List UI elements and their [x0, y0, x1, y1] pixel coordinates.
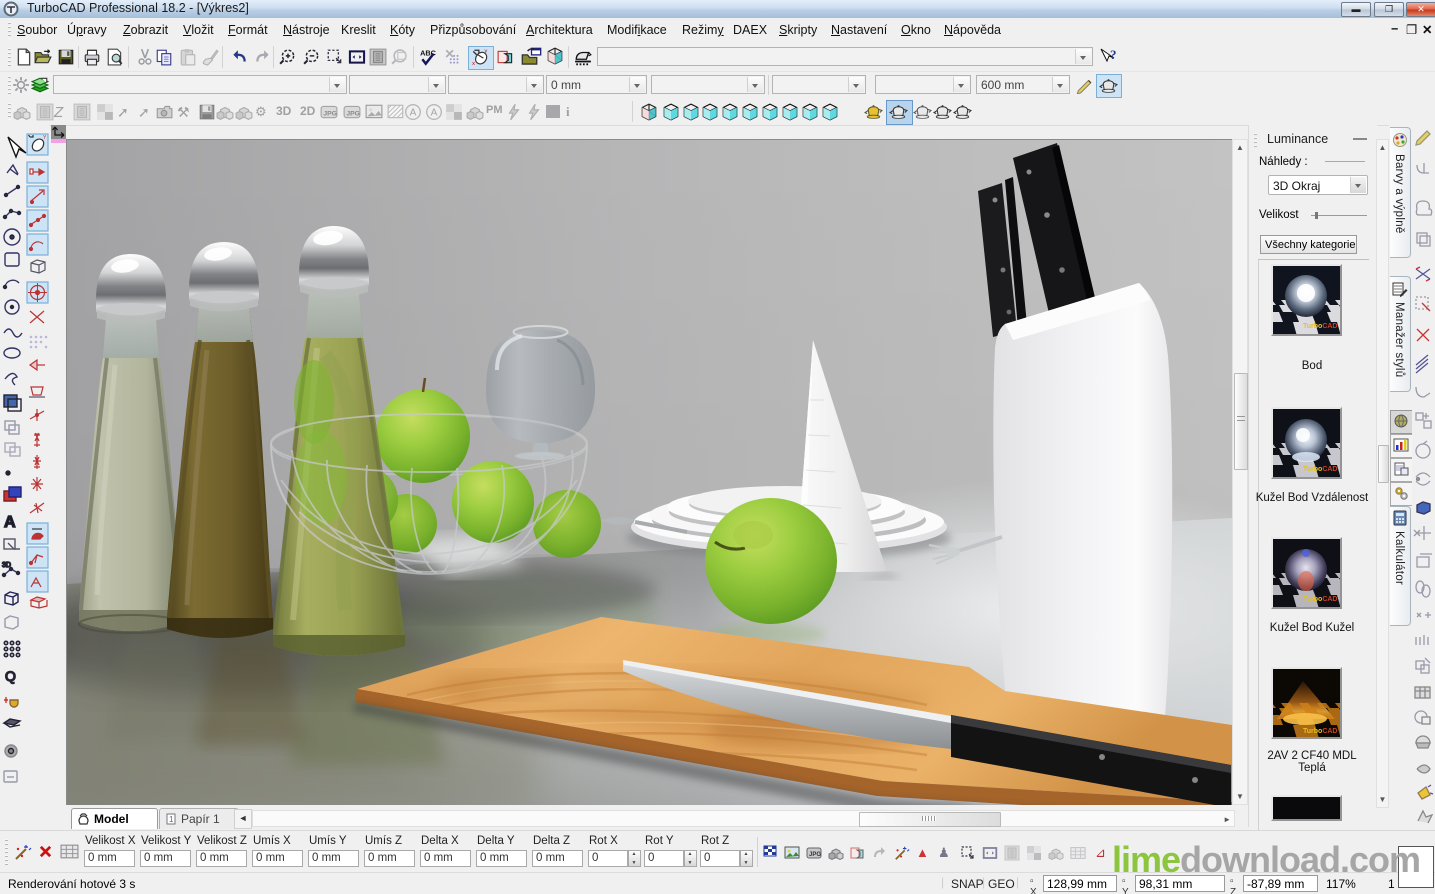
- svg-text:Q: Q: [5, 668, 16, 684]
- svg-text:TurboCAD: TurboCAD: [1303, 323, 1337, 330]
- svg-text:TurboCAD: TurboCAD: [1303, 728, 1337, 735]
- svg-text:A: A: [4, 514, 16, 531]
- svg-text:TurboCAD: TurboCAD: [1303, 596, 1337, 603]
- svg-text:3D: 3D: [2, 562, 11, 569]
- svg-text:1: 1: [169, 815, 174, 824]
- svg-text:TurboCAD: TurboCAD: [1303, 466, 1337, 473]
